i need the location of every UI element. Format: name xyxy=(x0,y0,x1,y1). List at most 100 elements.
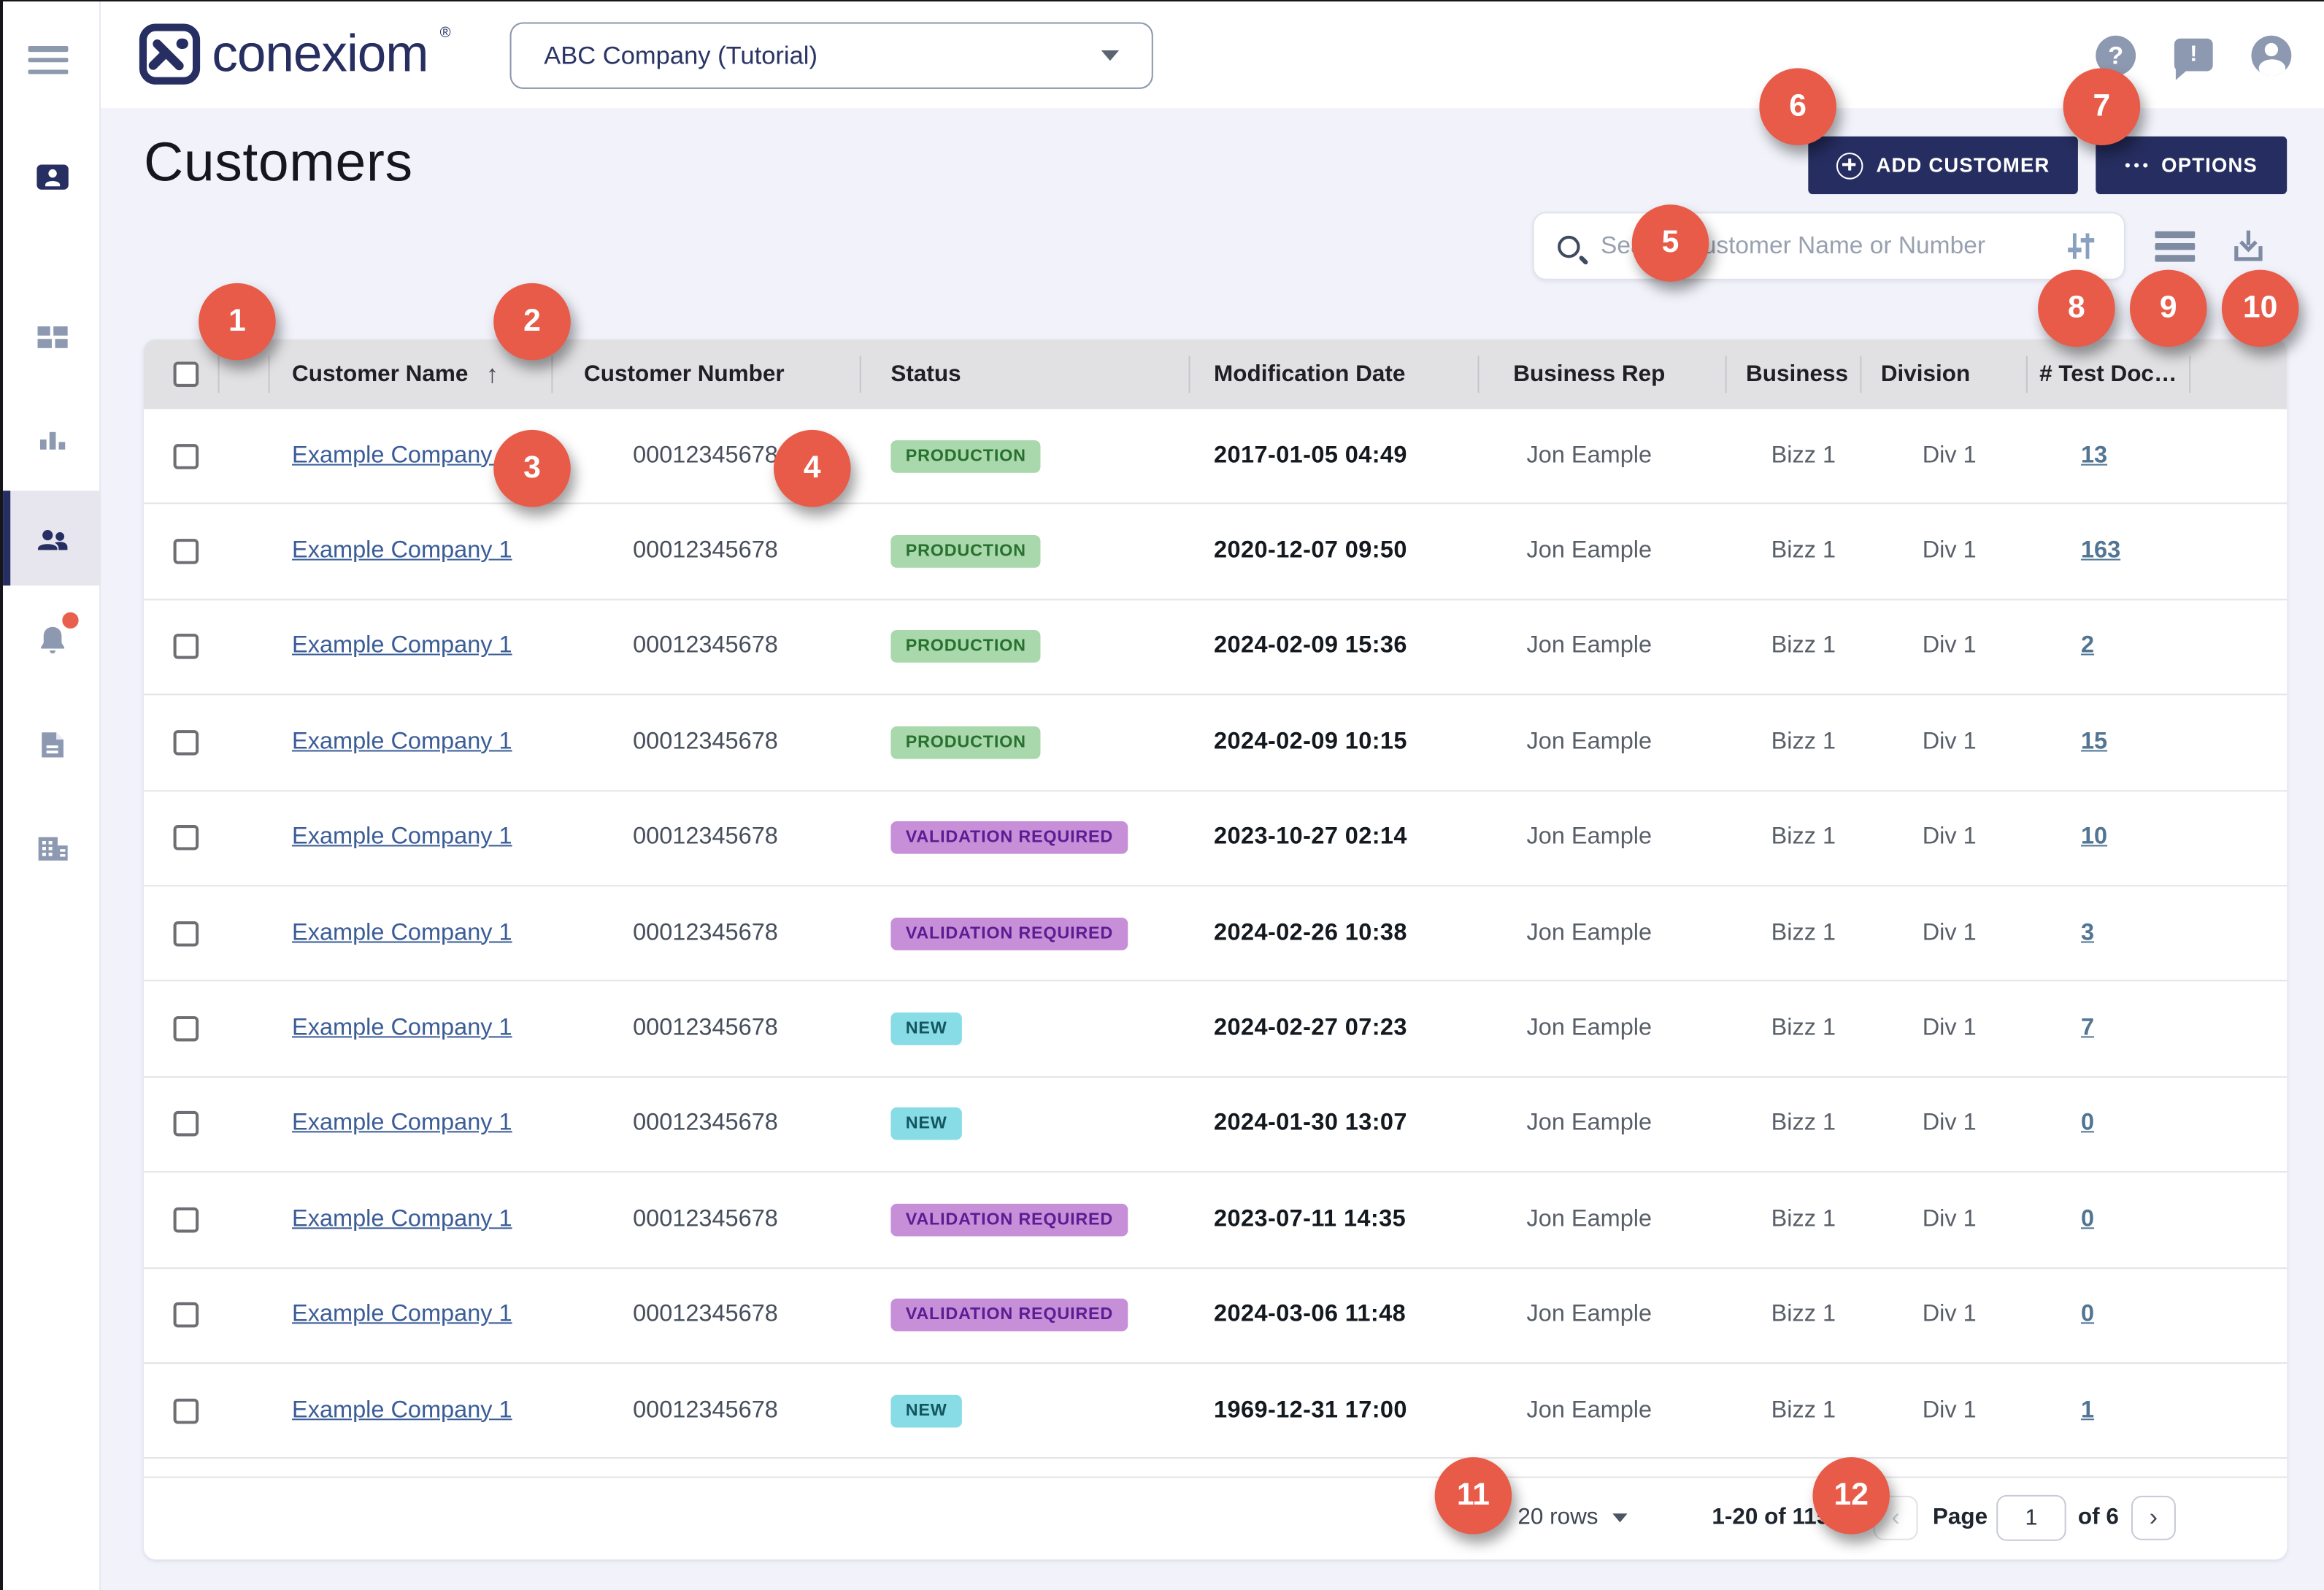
feedback-icon[interactable]: ! xyxy=(2174,38,2213,71)
business: Bizz 1 xyxy=(1771,1397,1836,1424)
division: Div 1 xyxy=(1923,920,1977,947)
business: Bizz 1 xyxy=(1771,634,1836,661)
conexiom-wordmark: conexiom xyxy=(212,23,428,84)
modification-date: 1969-12-31 17:00 xyxy=(1214,1397,1407,1424)
row-checkbox[interactable] xyxy=(174,1302,199,1328)
sidebar-item-company[interactable] xyxy=(3,799,101,894)
test-docs-link[interactable]: 10 xyxy=(2081,825,2107,852)
table-row[interactable]: Example Company 1 00012345678 VALIDATION… xyxy=(144,1268,2287,1364)
customer-name-link[interactable]: Example Company 1 xyxy=(292,729,512,756)
customer-name-link[interactable]: Example Company 1 xyxy=(292,1302,512,1329)
row-checkbox[interactable] xyxy=(174,1398,199,1424)
sidebar-item-customers[interactable] xyxy=(3,491,101,585)
customer-name-link[interactable]: Example Company 1 xyxy=(292,825,512,852)
column-header-business[interactable]: Business xyxy=(1746,339,1848,409)
customer-number: 00012345678 xyxy=(633,920,778,947)
table-row[interactable]: Example Company 1 00012345678 VALIDATION… xyxy=(144,1172,2287,1268)
column-header-test-docs[interactable]: # Test Doc… xyxy=(2039,339,2177,409)
table-scroll-gap xyxy=(144,1459,2287,1478)
row-checkbox[interactable] xyxy=(174,539,199,564)
test-docs-link[interactable]: 0 xyxy=(2081,1111,2094,1138)
column-header-customer-number[interactable]: Customer Number xyxy=(584,339,785,409)
search-input[interactable]: Search Customer Name or Number xyxy=(1533,212,2125,280)
table-row[interactable]: Example Company 1 00012345678 PRODUCTION… xyxy=(144,409,2287,504)
column-header-modification-date[interactable]: Modification Date xyxy=(1214,339,1405,409)
density-list-icon[interactable] xyxy=(2155,231,2195,263)
sidebar-item-dashboard[interactable] xyxy=(3,289,101,384)
download-icon[interactable] xyxy=(2228,226,2269,267)
annotation-circle-2: 2 xyxy=(493,283,571,361)
row-checkbox[interactable] xyxy=(174,1016,199,1042)
table-row[interactable]: Example Company 1 00012345678 NEW 2024-0… xyxy=(144,1078,2287,1173)
table-row[interactable]: Example Company 1 00012345678 VALIDATION… xyxy=(144,791,2287,886)
add-customer-button[interactable]: ADD CUSTOMER xyxy=(1808,137,2078,194)
test-docs-link[interactable]: 163 xyxy=(2081,538,2120,565)
customer-number: 00012345678 xyxy=(633,729,778,756)
business-rep: Jon Eample xyxy=(1527,538,1652,565)
customer-name-link[interactable]: Example Company 1 xyxy=(292,538,512,565)
row-checkbox[interactable] xyxy=(174,444,199,469)
test-docs-link[interactable]: 7 xyxy=(2081,1015,2094,1042)
test-docs-link[interactable]: 0 xyxy=(2081,1207,2094,1234)
sidebar-item-contact-card[interactable] xyxy=(3,129,101,224)
status-badge: PRODUCTION xyxy=(890,631,1041,664)
customer-name-link[interactable]: Example Company 1 xyxy=(292,634,512,661)
column-header-status[interactable]: Status xyxy=(890,339,961,409)
test-docs-link[interactable]: 0 xyxy=(2081,1302,2094,1329)
test-docs-link[interactable]: 2 xyxy=(2081,634,2094,661)
bar-chart-icon xyxy=(32,419,72,459)
table-row[interactable]: Example Company 1 00012345678 NEW 1969-1… xyxy=(144,1364,2287,1459)
table-row[interactable]: Example Company 1 00012345678 PRODUCTION… xyxy=(144,504,2287,600)
customer-name-link[interactable]: Example Company 1 xyxy=(292,1015,512,1042)
business-rep: Jon Eample xyxy=(1527,443,1652,470)
table-row[interactable]: Example Company 1 00012345678 VALIDATION… xyxy=(144,886,2287,982)
conexiom-logo-icon xyxy=(139,23,200,84)
status-badge: PRODUCTION xyxy=(890,726,1041,759)
filter-sliders-icon[interactable] xyxy=(2062,227,2101,266)
account-icon[interactable] xyxy=(2251,36,2291,76)
column-header-division[interactable]: Division xyxy=(1881,339,1970,409)
select-all-checkbox[interactable] xyxy=(174,361,199,387)
sort-ascending-icon[interactable]: ↑ xyxy=(486,359,499,389)
status-badge: NEW xyxy=(890,1013,962,1045)
table-row[interactable]: Example Company 1 00012345678 PRODUCTION… xyxy=(144,696,2287,791)
row-checkbox[interactable] xyxy=(174,634,199,660)
row-checkbox[interactable] xyxy=(174,1112,199,1137)
customer-name-link[interactable]: Example Company 1 xyxy=(292,1111,512,1138)
column-header-customer-name[interactable]: Customer Name ↑ xyxy=(292,339,499,409)
table-row[interactable]: Example Company 1 00012345678 NEW 2024-0… xyxy=(144,982,2287,1078)
annotation-circle-5: 5 xyxy=(1632,204,1709,282)
test-docs-link[interactable]: 1 xyxy=(2081,1397,2094,1424)
annotation-circle-8: 8 xyxy=(2038,270,2115,347)
search-icon xyxy=(1558,235,1580,257)
division: Div 1 xyxy=(1923,634,1977,661)
table-row[interactable]: Example Company 1 00012345678 PRODUCTION… xyxy=(144,600,2287,696)
test-docs-link[interactable]: 13 xyxy=(2081,443,2107,470)
row-checkbox[interactable] xyxy=(174,730,199,756)
rows-per-page-dropdown[interactable]: 20 rows xyxy=(1517,1505,1628,1532)
page-number-input[interactable] xyxy=(1996,1495,2066,1541)
options-button[interactable]: OPTIONS xyxy=(2096,137,2287,194)
customer-name-link[interactable]: Example Company 1 xyxy=(292,1397,512,1424)
division: Div 1 xyxy=(1923,1207,1977,1234)
column-header-business-rep[interactable]: Business Rep xyxy=(1513,339,1665,409)
row-checkbox[interactable] xyxy=(174,1207,199,1233)
customer-name-link[interactable]: Example Company 1 xyxy=(292,920,512,947)
page-label: Page xyxy=(1933,1505,1988,1532)
customer-name-link[interactable]: Example Company 1 xyxy=(292,443,512,470)
modification-date: 2020-12-07 09:50 xyxy=(1214,538,1407,565)
ellipsis-icon xyxy=(2125,163,2147,168)
sidebar-item-notifications[interactable] xyxy=(3,593,101,688)
annotation-circle-9: 9 xyxy=(2130,270,2207,347)
row-checkbox[interactable] xyxy=(174,921,199,946)
company-selector-dropdown[interactable]: ABC Company (Tutorial) xyxy=(510,22,1153,88)
test-docs-link[interactable]: 3 xyxy=(2081,920,2094,947)
test-docs-link[interactable]: 15 xyxy=(2081,729,2107,756)
sidebar-item-analytics[interactable] xyxy=(3,391,101,486)
menu-hamburger-icon[interactable] xyxy=(28,46,69,80)
sidebar-item-documents[interactable] xyxy=(3,696,101,791)
next-page-button[interactable]: › xyxy=(2131,1496,2176,1540)
row-checkbox[interactable] xyxy=(174,826,199,851)
division: Div 1 xyxy=(1923,825,1977,852)
customer-name-link[interactable]: Example Company 1 xyxy=(292,1207,512,1234)
